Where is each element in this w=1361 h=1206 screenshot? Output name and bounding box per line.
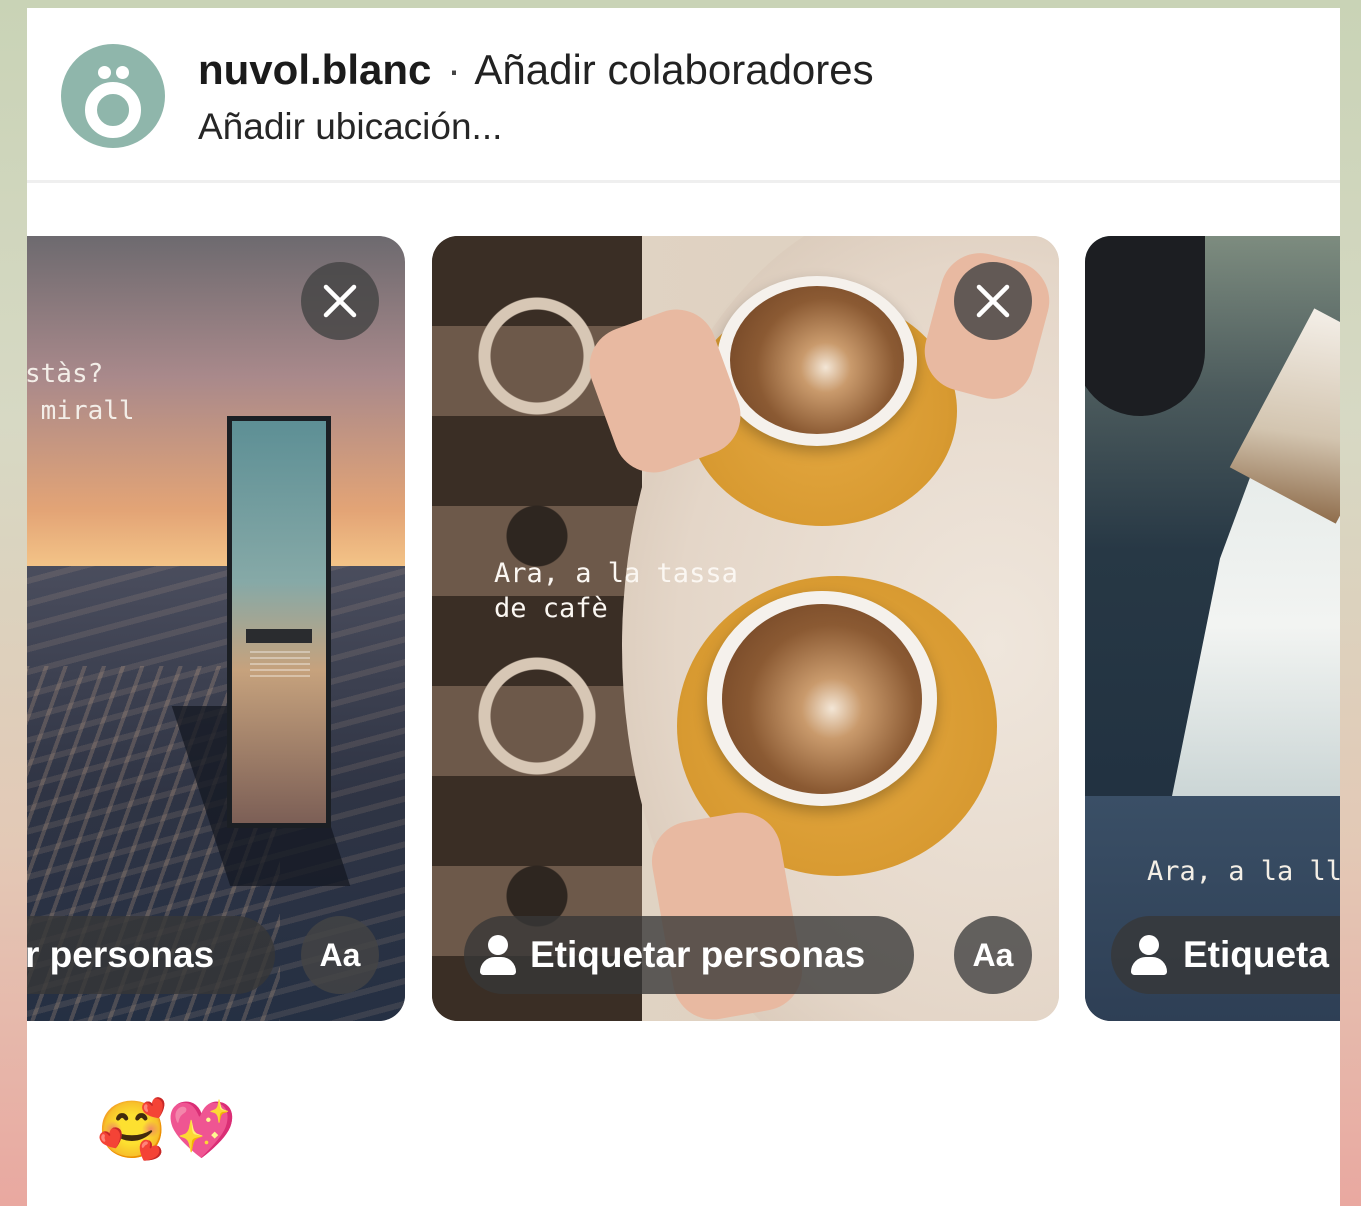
carousel-slide-2[interactable]: Ara, a la tassa de cafè Etiquetar person… [432,236,1059,1021]
mirror-image [227,416,331,828]
header-line: nuvol.blanc · Añadir colaboradores [198,46,874,94]
media-carousel[interactable]: stàs? mirall r personas Aa Ara, a la tas… [27,236,1340,1021]
coffee-bottom [722,604,922,794]
add-collaborators-link[interactable]: Añadir colaboradores [474,46,873,93]
remove-slide-button[interactable] [954,262,1032,340]
separator: · [447,46,462,93]
remove-slide-button[interactable] [301,262,379,340]
carousel-slide-1[interactable]: stàs? mirall r personas Aa [27,236,405,1021]
person-icon [480,935,516,975]
divider [27,180,1340,183]
tag-people-label: Etiquetar personas [530,934,866,975]
close-icon [976,284,1010,318]
slide-caption: Ara, a la ll [1147,856,1340,887]
tag-people-button[interactable]: r personas [27,916,275,994]
caption-input[interactable]: 🥰💖 [97,1098,236,1162]
text-tool-button[interactable]: Aa [301,916,379,994]
carousel-slide-3[interactable]: Ara, a la ll Etiqueta [1085,236,1340,1021]
person-icon [1131,935,1167,975]
post-composer: nuvol.blanc · Añadir colaboradores Añadi… [27,8,1340,1206]
add-location-link[interactable]: Añadir ubicación... [198,106,502,148]
tag-people-label: Etiqueta [1183,934,1329,975]
tag-people-button[interactable]: Etiquetar personas [464,916,914,994]
mirror-small-text [250,651,310,677]
username[interactable]: nuvol.blanc [198,46,431,93]
text-tool-button[interactable]: Aa [954,916,1032,994]
avatar-logo-dot [116,66,129,79]
mirror-label [246,629,312,643]
avatar-logo-dot [98,66,111,79]
avatar-logo-icon [85,82,141,138]
slide-image-hair [1085,236,1205,416]
post-header: nuvol.blanc · Añadir colaboradores Añadi… [27,8,1340,183]
slide-caption: Ara, a la tassa de cafè [494,558,738,624]
coffee-top [730,286,904,434]
slide-caption: stàs? mirall [27,359,135,426]
avatar[interactable] [61,44,165,148]
close-icon [323,284,357,318]
tag-people-button[interactable]: Etiqueta [1111,916,1340,994]
tag-people-label: r personas [27,934,215,975]
